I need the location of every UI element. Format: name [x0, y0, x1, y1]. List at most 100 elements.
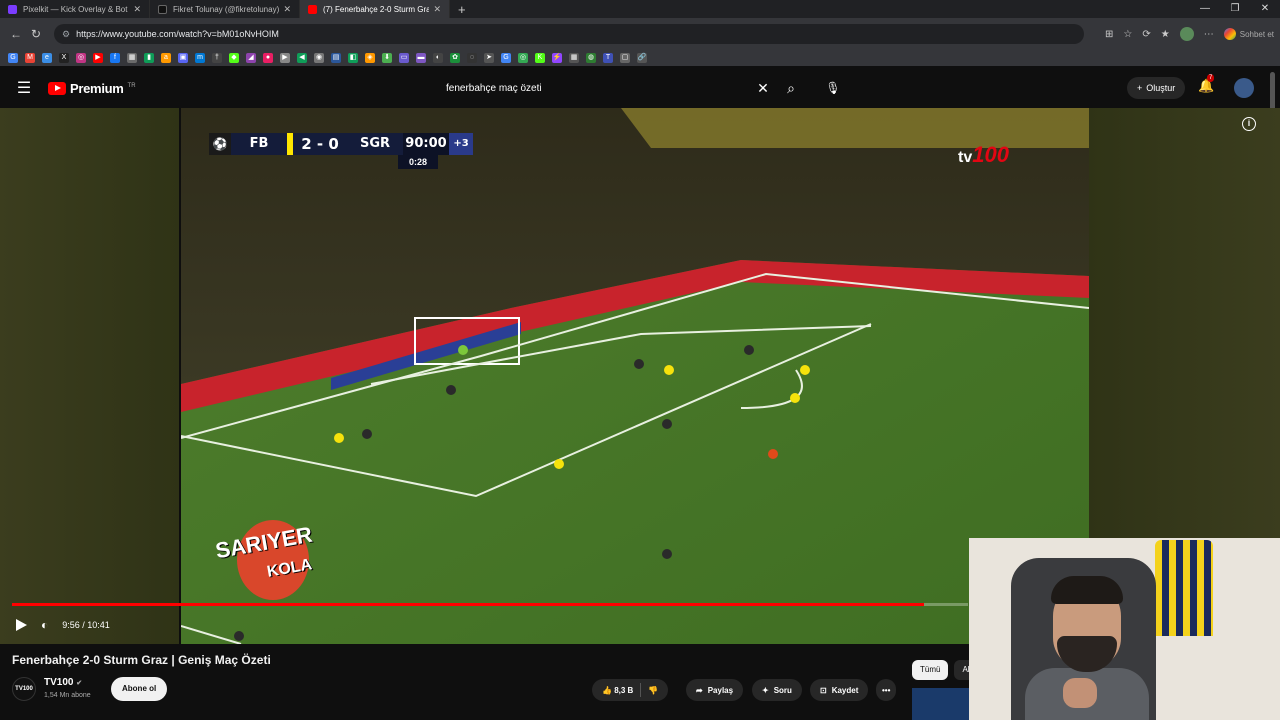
related-video-thumbnail[interactable] — [912, 688, 972, 720]
bookmark-icon[interactable]: ● — [263, 53, 273, 63]
back-button[interactable]: ← — [6, 27, 26, 41]
bookmark-icon[interactable]: † — [212, 53, 222, 63]
subscribe-button[interactable]: Abone ol — [111, 677, 168, 701]
ask-button[interactable]: ✦ Soru — [752, 679, 802, 701]
chat-button[interactable]: Sohbet et — [1223, 28, 1274, 40]
related-filter-chips: Tümü Al — [912, 660, 978, 680]
profile-avatar[interactable] — [1179, 27, 1194, 41]
bookmark-icon[interactable]: ▮ — [144, 53, 154, 63]
tab-title: (7) Fenerbahçe 2-0 Sturm Graz — [323, 4, 430, 14]
channel-name[interactable]: TV100 ✔ — [44, 677, 82, 688]
channel-avatar[interactable]: TV100 — [12, 677, 36, 701]
extensions-icon[interactable]: ⊞ — [1105, 29, 1113, 40]
bookmark-icon[interactable]: f — [110, 53, 120, 63]
bookmark-icon[interactable]: m — [195, 53, 205, 63]
new-tab-button[interactable]: + — [458, 2, 466, 17]
browser-tab-pixelkit[interactable]: Pixelkit — Kick Overlay & Bot ✕ — [0, 0, 150, 18]
share-button[interactable]: ➦ Paylaş — [686, 679, 744, 701]
bookmark-icon[interactable]: ◀ — [297, 53, 307, 63]
bookmark-icon[interactable]: ◧ — [348, 53, 358, 63]
account-avatar[interactable] — [1234, 78, 1254, 98]
chip-all[interactable]: Tümü — [912, 660, 949, 680]
bookmark-icon[interactable]: ◈ — [365, 53, 375, 63]
bookmark-icon[interactable]: G — [501, 53, 511, 63]
sync-icon[interactable]: ⟳ — [1142, 29, 1150, 40]
chat-label: Sohbet et — [1239, 29, 1274, 39]
away-team: SGR — [347, 133, 403, 155]
bookmark-icon[interactable]: a — [161, 53, 171, 63]
dislike-icon[interactable]: 👎 — [648, 686, 658, 695]
search-icon[interactable]: ⌕ — [778, 75, 804, 101]
bookmark-icon[interactable]: ▦ — [569, 53, 579, 63]
search-box[interactable]: fenerbahçe maç özeti ✕ — [436, 75, 776, 101]
url-field[interactable]: ⚙ https://www.youtube.com/watch?v=bM01oN… — [54, 24, 1084, 44]
menu-icon[interactable]: ⋯ — [1204, 29, 1214, 40]
bookmark-icon[interactable]: X — [59, 53, 69, 63]
bookmark-icon[interactable]: T — [603, 53, 613, 63]
bookmark-icon[interactable]: ▬ — [416, 53, 426, 63]
search-input[interactable]: fenerbahçe maç özeti — [436, 83, 750, 94]
broadcaster-logo-text: tv — [958, 149, 973, 166]
close-tab-icon[interactable]: ✕ — [283, 4, 291, 15]
bookmark-icon[interactable]: ▶ — [93, 53, 103, 63]
favorites-icon[interactable]: ★ — [1161, 29, 1170, 40]
maximize-button[interactable]: ❐ — [1220, 0, 1250, 18]
play-icon[interactable] — [16, 619, 27, 631]
youtube-play-icon — [48, 81, 66, 95]
volume-icon[interactable]: ◐ — [41, 618, 48, 632]
bookmark-icon[interactable]: ◎ — [76, 53, 86, 63]
bookmark-icon[interactable]: ⬇ — [382, 53, 392, 63]
verified-icon: ✔ — [76, 680, 83, 687]
like-button[interactable]: 👍 8,3 B — [602, 686, 633, 695]
bookmark-icon[interactable]: 🔗 — [637, 53, 647, 63]
bookmark-icon[interactable]: G — [8, 53, 18, 63]
info-icon[interactable]: i — [1242, 117, 1256, 131]
menu-hamburger-icon[interactable]: ☰ — [0, 78, 48, 98]
bookmark-icon[interactable]: ◐ — [433, 53, 443, 63]
tab-title: Fikret Tolunay (@fikretolunay) / X — [173, 4, 280, 14]
bookmark-icon[interactable]: ◌ — [467, 53, 477, 63]
jersey-on-wall — [1155, 540, 1213, 636]
clear-search-icon[interactable]: ✕ — [750, 80, 776, 97]
site-info-icon[interactable]: ⚙ — [62, 29, 70, 40]
close-tab-icon[interactable]: ✕ — [133, 4, 141, 15]
save-button[interactable]: ⊡ Kaydet — [810, 679, 869, 701]
browser-tab-youtube[interactable]: (7) Fenerbahçe 2-0 Sturm Graz ✕ — [300, 0, 450, 18]
bookmark-icon[interactable]: ◍ — [586, 53, 596, 63]
bookmark-icon[interactable]: ▭ — [399, 53, 409, 63]
copilot-icon — [1223, 28, 1236, 40]
bookmark-icon[interactable]: ▤ — [331, 53, 341, 63]
create-button[interactable]: + Oluştur — [1127, 77, 1186, 99]
bookmark-icon[interactable]: ▣ — [178, 53, 188, 63]
more-actions-button[interactable]: ••• — [876, 679, 897, 701]
bookmark-icon[interactable]: ⚡ — [552, 53, 562, 63]
browser-tab-twitter[interactable]: Fikret Tolunay (@fikretolunay) / X ✕ — [150, 0, 300, 18]
bookmark-icon[interactable]: ◆ — [229, 53, 239, 63]
minimize-button[interactable]: — — [1190, 0, 1220, 18]
bookmark-icon[interactable]: ▦ — [127, 53, 137, 63]
bookmark-icon[interactable]: ✿ — [450, 53, 460, 63]
bookmark-icon[interactable]: ▢ — [620, 53, 630, 63]
bookmark-icon[interactable]: ➤ — [484, 53, 494, 63]
bookmark-icon[interactable]: ◉ — [314, 53, 324, 63]
bookmark-star-icon[interactable]: ☆ — [1123, 29, 1132, 40]
video-progress-bar[interactable] — [12, 603, 968, 606]
bookmark-icon[interactable]: e — [42, 53, 52, 63]
divider — [640, 683, 642, 697]
youtube-logo[interactable]: Premium TR — [48, 81, 136, 96]
close-tab-icon[interactable]: ✕ — [433, 4, 441, 15]
bookmark-icon[interactable]: ◎ — [518, 53, 528, 63]
bookmark-icon[interactable]: ▶ — [280, 53, 290, 63]
bookmark-icon[interactable]: M — [25, 53, 35, 63]
match-score: 2 - 0 — [293, 133, 347, 155]
close-window-button[interactable]: ✕ — [1250, 0, 1280, 18]
added-time: +3 — [449, 133, 473, 155]
more-icon: ••• — [882, 685, 891, 695]
sparkle-icon: ✦ — [762, 685, 769, 695]
bookmark-icon[interactable]: ◢ — [246, 53, 256, 63]
reload-button[interactable]: ↻ — [26, 27, 46, 41]
microphone-icon[interactable]: 🎙 — [818, 75, 848, 101]
plus-icon: + — [1137, 83, 1143, 93]
scorebug: ⚽ FB 2 - 0 SGR 90:00 +3 — [209, 133, 473, 155]
bookmark-icon[interactable]: K — [535, 53, 545, 63]
